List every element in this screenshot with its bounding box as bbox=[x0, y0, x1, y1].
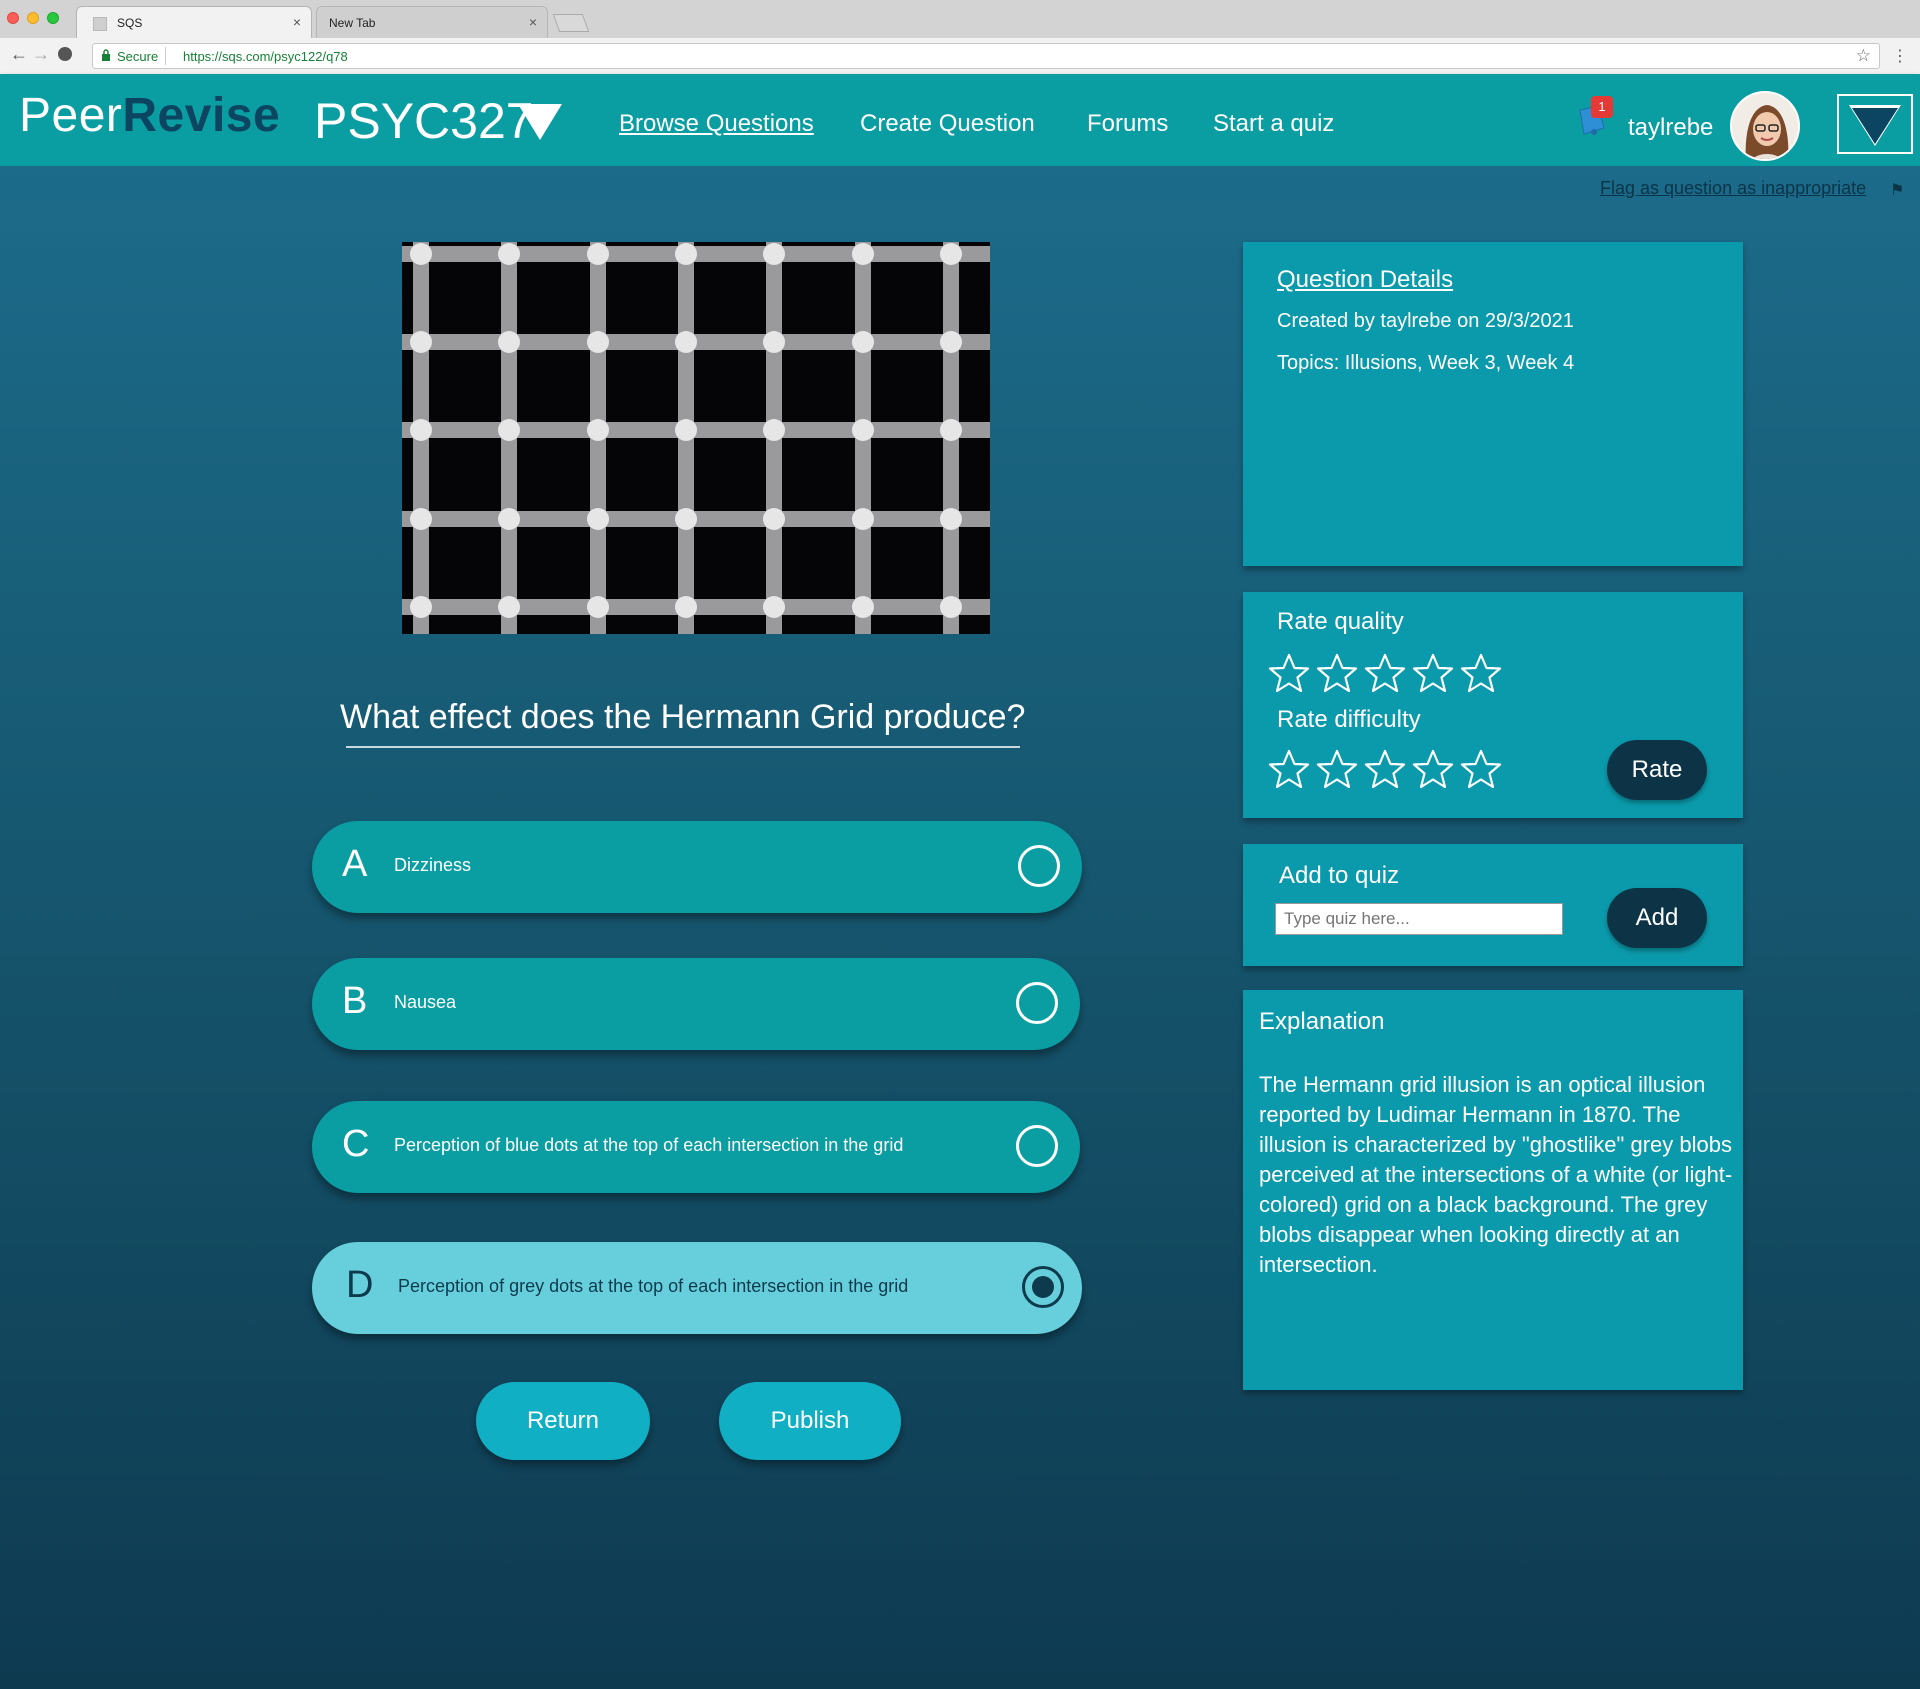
favicon-icon bbox=[93, 17, 107, 31]
star-bookmark-icon[interactable]: ☆ bbox=[1856, 46, 1871, 66]
question-details-title[interactable]: Question Details bbox=[1277, 266, 1453, 294]
app-header: PeerRevise PSYC327 Browse Questions Crea… bbox=[0, 74, 1920, 166]
main-content: Flag as question as inappropriate ⚑ What… bbox=[0, 166, 1920, 1689]
topics-text: Topics: Illusions, Week 3, Week 4 bbox=[1277, 352, 1575, 374]
star-icon[interactable] bbox=[1363, 652, 1407, 696]
star-icon[interactable] bbox=[1315, 652, 1359, 696]
option-text: Perception of blue dots at the top of ea… bbox=[394, 1135, 904, 1155]
nav-create-question[interactable]: Create Question bbox=[860, 110, 1035, 138]
star-icon[interactable] bbox=[1411, 652, 1455, 696]
rate-button[interactable]: Rate bbox=[1607, 740, 1707, 800]
browser-toolbar: ← → Secure https://sqs.com/psyc122/q78 ☆… bbox=[0, 38, 1920, 74]
minimize-window-button[interactable] bbox=[27, 12, 39, 24]
avatar[interactable] bbox=[1730, 91, 1800, 161]
radio-button-selected[interactable] bbox=[1022, 1266, 1064, 1308]
option-text: Nausea bbox=[394, 992, 457, 1012]
publish-button[interactable]: Publish bbox=[719, 1382, 901, 1460]
logo-text-peer: Peer bbox=[19, 89, 123, 142]
caret-down-icon[interactable] bbox=[518, 104, 562, 140]
created-by-text: Created by taylrebe on 29/3/2021 bbox=[1277, 310, 1574, 332]
lock-icon bbox=[102, 49, 110, 61]
hermann-grid-image bbox=[402, 242, 990, 634]
question-text: What effect does the Hermann Grid produc… bbox=[340, 698, 1026, 736]
answer-option-c[interactable]: C Perception of blue dots at the top of … bbox=[312, 1101, 1080, 1193]
rate-quality-label: Rate quality bbox=[1277, 608, 1404, 635]
rate-difficulty-label: Rate difficulty bbox=[1277, 706, 1421, 733]
quiz-name-input[interactable] bbox=[1275, 903, 1563, 935]
tab-title: SQS bbox=[117, 16, 143, 30]
maximize-window-button[interactable] bbox=[47, 12, 59, 24]
explanation-title: Explanation bbox=[1259, 1008, 1385, 1035]
star-icon[interactable] bbox=[1267, 748, 1311, 792]
question-underline bbox=[346, 746, 1020, 748]
star-icon[interactable] bbox=[1315, 748, 1359, 792]
rating-panel: Rate quality Rate difficulty Rate bbox=[1243, 592, 1743, 818]
logo-text-revise: Revise bbox=[122, 89, 281, 142]
url-text[interactable]: https://sqs.com/psyc122/q78 bbox=[183, 49, 348, 64]
close-icon[interactable]: × bbox=[293, 14, 301, 30]
difficulty-stars[interactable] bbox=[1267, 748, 1507, 792]
browser-tab-sqs[interactable]: SQS × bbox=[76, 6, 312, 38]
option-text: Dizziness bbox=[394, 855, 472, 875]
tab-title: New Tab bbox=[329, 16, 376, 30]
browser-chrome: SQS × New Tab × ← → Secure https://sqs.c… bbox=[0, 0, 1920, 74]
option-text: Perception of grey dots at the top of ea… bbox=[398, 1276, 909, 1296]
answer-option-d[interactable]: D Perception of grey dots at the top of … bbox=[312, 1242, 1082, 1334]
question-details-panel: Question Details Created by taylrebe on … bbox=[1243, 242, 1743, 566]
url-separator bbox=[165, 47, 166, 65]
radio-button[interactable] bbox=[1016, 982, 1058, 1024]
tab-strip: SQS × New Tab × bbox=[0, 0, 1920, 38]
nav-start-quiz[interactable]: Start a quiz bbox=[1213, 110, 1334, 138]
nav-browse-questions[interactable]: Browse Questions bbox=[619, 110, 814, 138]
star-icon[interactable] bbox=[1459, 652, 1503, 696]
return-button[interactable]: Return bbox=[476, 1382, 650, 1460]
radio-button[interactable] bbox=[1016, 1125, 1058, 1167]
forward-arrow-icon[interactable]: → bbox=[32, 44, 50, 65]
star-icon[interactable] bbox=[1363, 748, 1407, 792]
option-letter: D bbox=[346, 1264, 374, 1306]
address-bar[interactable]: Secure https://sqs.com/psyc122/q78 ☆ bbox=[92, 43, 1880, 69]
answer-option-b[interactable]: B Nausea bbox=[312, 958, 1080, 1050]
back-arrow-icon[interactable]: ← bbox=[10, 44, 28, 65]
secure-label: Secure bbox=[117, 49, 159, 64]
notification-badge: 1 bbox=[1591, 96, 1613, 118]
explanation-panel: Explanation The Hermann grid illusion is… bbox=[1243, 990, 1743, 1390]
close-icon[interactable]: × bbox=[529, 14, 537, 30]
radio-button[interactable] bbox=[1018, 845, 1060, 887]
star-icon[interactable] bbox=[1411, 748, 1455, 792]
add-button[interactable]: Add bbox=[1607, 888, 1707, 948]
flag-inappropriate-link[interactable]: Flag as question as inappropriate bbox=[1600, 178, 1866, 199]
flag-icon: ⚑ bbox=[1890, 182, 1905, 199]
option-letter: A bbox=[342, 843, 368, 885]
option-letter: B bbox=[342, 980, 368, 1022]
star-icon[interactable] bbox=[1267, 652, 1311, 696]
star-icon[interactable] bbox=[1459, 748, 1503, 792]
add-to-quiz-title: Add to quiz bbox=[1279, 862, 1400, 889]
new-tab-button[interactable] bbox=[552, 14, 590, 32]
explanation-text: The Hermann grid illusion is an optical … bbox=[1259, 1072, 1733, 1277]
peerrevise-logo[interactable]: PeerRevise bbox=[19, 88, 280, 143]
username[interactable]: taylrebe bbox=[1628, 114, 1713, 142]
add-to-quiz-panel: Add to quiz Add bbox=[1243, 844, 1743, 966]
menu-triangle-icon[interactable] bbox=[1837, 94, 1913, 154]
menu-dots-icon[interactable]: ⋮ bbox=[1892, 46, 1908, 66]
course-selector[interactable]: PSYC327 bbox=[314, 92, 534, 150]
nav-forums[interactable]: Forums bbox=[1087, 110, 1168, 138]
close-window-button[interactable] bbox=[7, 12, 19, 24]
browser-tab-new[interactable]: New Tab × bbox=[316, 6, 548, 38]
reload-icon[interactable] bbox=[58, 47, 72, 61]
option-letter: C bbox=[342, 1123, 370, 1165]
quality-stars[interactable] bbox=[1267, 652, 1507, 696]
answer-option-a[interactable]: A Dizziness bbox=[312, 821, 1082, 913]
